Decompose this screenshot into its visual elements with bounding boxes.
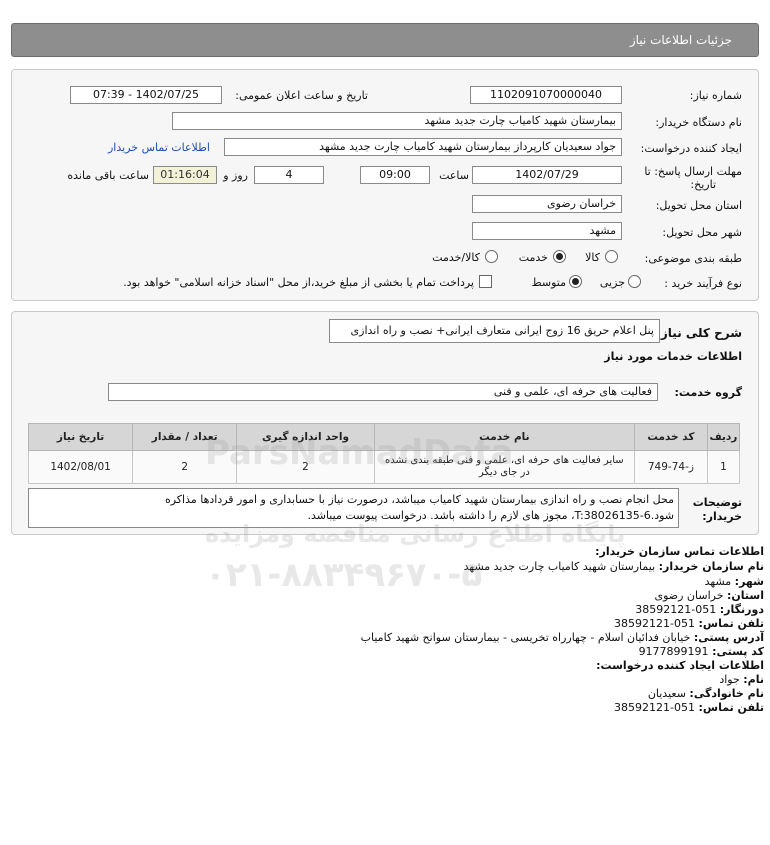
deadline-label-date: تاریخ: <box>690 178 716 191</box>
category-goods-service-label: کالا/خدمت <box>432 251 480 264</box>
days-field: 4 <box>254 166 324 184</box>
summary-field: پنل اعلام حریق 16 زوج ایرانی متعارف ایرا… <box>329 319 660 343</box>
category-service-label: خدمت <box>518 251 548 264</box>
buyer-org-field: بیمارستان شهید کامیاب چارت جدید مشهد <box>172 112 622 130</box>
creator-field: جواد سعیدیان کارپرداز بیمارستان شهید کام… <box>224 138 622 156</box>
org-province-value: خراسان رضوی <box>654 589 724 602</box>
category-goods-radio[interactable] <box>605 250 618 263</box>
org-fax-value: 051-38592121 <box>635 603 717 616</box>
creator-contact-heading: اطلاعات ایجاد کننده درخواست: <box>596 659 764 672</box>
creator-phone-value: 051-38592121 <box>614 701 696 714</box>
deadline-time-field: 09:00 <box>360 166 430 184</box>
category-label: طبقه بندی موضوعی: <box>644 252 742 265</box>
table-row: 1 ز-74-749 سایر فعالیت های حرفه ای، علمی… <box>27 450 741 484</box>
col-row-header: ردیف <box>706 423 741 451</box>
purchase-minor-label: جزیی <box>599 276 625 289</box>
purchase-type-label: نوع فرآیند خرید : <box>664 277 742 290</box>
cell-code: ز-74-749 <box>633 450 708 484</box>
buyer-notes-label: توضیحات <box>692 496 742 509</box>
org-postal-line: کد پستی: 9177899191 <box>638 645 764 658</box>
org-phone-line: تلفن تماس: 051-38592121 <box>614 617 764 630</box>
org-postal-value: 9177899191 <box>638 645 709 658</box>
services-table: ردیف کد خدمت نام خدمت واحد اندازه گیری ت… <box>27 423 741 484</box>
col-unit-header: واحد اندازه گیری <box>236 423 375 451</box>
org-address-value: خیابان فدائیان اسلام - چهارراه تخریسی - … <box>360 631 691 644</box>
contact-buyer-link[interactable]: اطلاعات تماس خریدار <box>108 141 210 154</box>
cell-name: سایر فعالیت های حرفه ای، علمی و فنی طبقه… <box>373 450 635 484</box>
col-code-header: کد خدمت <box>633 423 708 451</box>
treasury-note: پرداخت تمام یا بخشی از مبلغ خرید،از محل … <box>123 276 474 289</box>
table-header-row: ردیف کد خدمت نام خدمت واحد اندازه گیری ت… <box>27 423 741 451</box>
buyer-notes-line-1: محل انجام نصب و راه اندازی بیمارستان شهی… <box>164 493 674 506</box>
cell-date: 1402/08/01 <box>27 450 134 484</box>
org-name-value: بیمارستان شهید کامیاب چارت جدید مشهد <box>463 560 656 573</box>
col-date-header: تاریخ نیاز <box>27 423 134 451</box>
deadline-date-field: 1402/07/29 <box>472 166 622 184</box>
creator-first-name-value: جواد <box>719 673 740 686</box>
creator-last-name-value: سعیدیان <box>647 687 686 700</box>
days-label: روز و <box>223 169 248 182</box>
creator-first-name-line: نام: جواد <box>719 673 764 686</box>
services-heading: اطلاعات خدمات مورد نیاز <box>604 350 742 363</box>
purchase-medium-label: متوسط <box>531 276 566 289</box>
creator-phone-line: تلفن تماس: 051-38592121 <box>614 701 764 714</box>
need-number-label: شماره نیاز: <box>689 89 742 102</box>
need-number-field: 1102091070000040 <box>470 86 622 104</box>
buyer-org-label: نام دستگاه خریدار: <box>655 116 742 129</box>
org-address-line: آدرس پستی: خیابان فدائیان اسلام - چهاررا… <box>360 631 764 644</box>
category-service-radio[interactable] <box>553 250 566 263</box>
org-phone-value: 051-38592121 <box>614 617 696 630</box>
col-name-header: نام خدمت <box>373 423 635 451</box>
org-province-line: استان: خراسان رضوی <box>654 589 764 602</box>
deadline-label: مهلت ارسال پاسخ: تا <box>644 165 742 178</box>
service-group-field: فعالیت های حرفه ای، علمی و فنی <box>108 383 658 401</box>
service-group-label: گروه خدمت: <box>674 386 742 399</box>
org-city-line: شهر: مشهد <box>704 575 764 588</box>
page-title: جزئیات اطلاعات نیاز <box>629 33 732 47</box>
treasury-checkbox[interactable] <box>479 275 492 288</box>
deadline-time-label: ساعت <box>439 169 469 182</box>
category-goods-label: کالا <box>585 251 600 264</box>
watermark-phone: ۰۲۱-۸۸۳۴۹۶۷۰-۵ <box>205 555 483 595</box>
announce-field: 1402/07/25 - 07:39 <box>70 86 222 104</box>
buyer-notes-label-2: خریدار: <box>702 510 742 523</box>
province-label: استان محل تحویل: <box>655 199 742 212</box>
creator-last-name-line: نام خانوادگی: سعیدیان <box>647 687 764 700</box>
col-qty-header: تعداد / مقدار <box>132 423 238 451</box>
province-field: خراسان رضوی <box>472 195 622 213</box>
org-name-line: نام سازمان خریدار: بیمارستان شهید کامیاب… <box>463 560 764 573</box>
city-field: مشهد <box>472 222 622 240</box>
remaining-time-field: 01:16:04 <box>153 166 217 184</box>
city-label: شهر محل تحویل: <box>662 226 742 239</box>
buyer-notes-line-2: شود.T:38026135-6، مجوز های لازم را داشته… <box>307 509 674 522</box>
announce-label: تاریخ و ساعت اعلان عمومی: <box>235 89 368 102</box>
purchase-medium-radio[interactable] <box>569 275 582 288</box>
org-contact-heading: اطلاعات تماس سازمان خریدار: <box>595 545 764 558</box>
category-goods-service-radio[interactable] <box>485 250 498 263</box>
remaining-label: ساعت باقی مانده <box>67 169 149 182</box>
org-fax-line: دورنگار: 051-38592121 <box>635 603 764 616</box>
page-header: جزئیات اطلاعات نیاز <box>11 23 759 57</box>
creator-label: ایجاد کننده درخواست: <box>640 142 742 155</box>
cell-qty: 2 <box>132 450 238 484</box>
purchase-minor-radio[interactable] <box>628 275 641 288</box>
cell-row: 1 <box>706 450 741 484</box>
summary-label: شرح کلی نیاز: <box>656 326 742 340</box>
cell-unit: 2 <box>236 450 375 484</box>
org-city-value: مشهد <box>704 575 732 588</box>
